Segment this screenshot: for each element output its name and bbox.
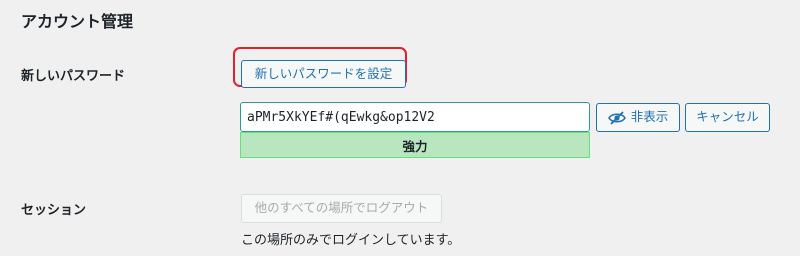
password-strength-indicator: 強力 [240, 132, 590, 158]
password-input[interactable] [240, 102, 590, 132]
set-new-password-button[interactable]: 新しいパスワードを設定 [241, 60, 406, 88]
logout-everywhere-button[interactable]: 他のすべての場所でログアウト [241, 194, 442, 223]
session-label: セッション [21, 203, 87, 218]
hide-password-label: 非表示 [630, 109, 669, 125]
new-password-label: 新しいパスワード [21, 69, 126, 84]
hide-password-button[interactable]: 非表示 [596, 103, 680, 132]
section-title: アカウント管理 [21, 12, 134, 31]
session-note: この場所のみでログインしています。 [241, 233, 461, 248]
cancel-button[interactable]: キャンセル [685, 103, 770, 132]
eye-slash-icon [607, 110, 626, 125]
